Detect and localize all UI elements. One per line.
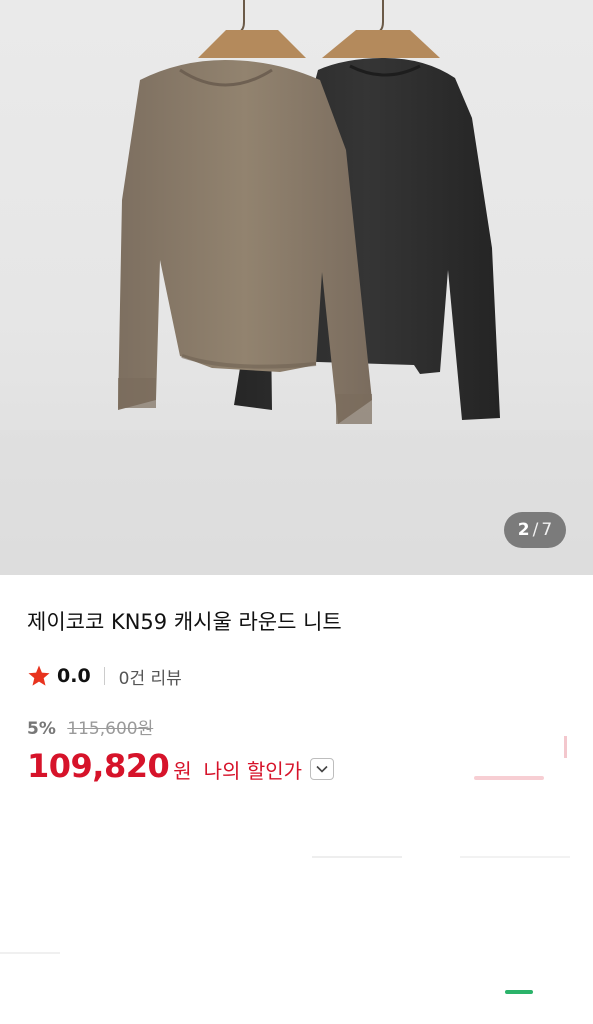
original-price: 115,600원 xyxy=(67,719,154,739)
rating-row[interactable]: 0.0 0건 리뷰 xyxy=(27,662,182,690)
image-total-count: 7 xyxy=(541,520,553,540)
original-price-row: 5% 115,600원 xyxy=(27,714,153,739)
star-icon xyxy=(27,664,51,688)
product-photo-illustration xyxy=(0,0,593,575)
sale-price-row: 109,820 원 나의 할인가 xyxy=(27,744,335,788)
rating-value: 0.0 xyxy=(57,665,91,687)
product-title: 제이코코 KN59 캐시울 라운드 니트 xyxy=(27,610,342,634)
loading-artifact xyxy=(0,952,60,954)
image-index-separator: / xyxy=(532,520,539,540)
loading-artifact xyxy=(312,856,402,858)
chevron-down-icon xyxy=(316,765,328,773)
image-current-index: 2 xyxy=(517,520,530,540)
loading-artifact xyxy=(564,736,567,758)
discount-rate: 5% xyxy=(27,719,56,739)
image-page-indicator: 2 / 7 xyxy=(504,512,566,548)
sale-price-currency: 원 xyxy=(173,758,192,783)
discount-detail-toggle[interactable] xyxy=(310,758,335,780)
loading-artifact xyxy=(474,776,544,780)
rating-divider xyxy=(103,667,105,685)
review-count-link[interactable]: 0건 리뷰 xyxy=(119,664,182,689)
loading-artifact xyxy=(505,990,533,994)
sale-price: 109,820 xyxy=(27,747,170,785)
product-image[interactable]: 2 / 7 xyxy=(0,0,593,575)
my-discount-price-label[interactable]: 나의 할인가 xyxy=(204,755,302,784)
loading-artifact xyxy=(460,856,570,858)
product-detail-page: 2 / 7 제이코코 KN59 캐시울 라운드 니트 0.0 0건 리뷰 5% … xyxy=(0,0,593,1024)
